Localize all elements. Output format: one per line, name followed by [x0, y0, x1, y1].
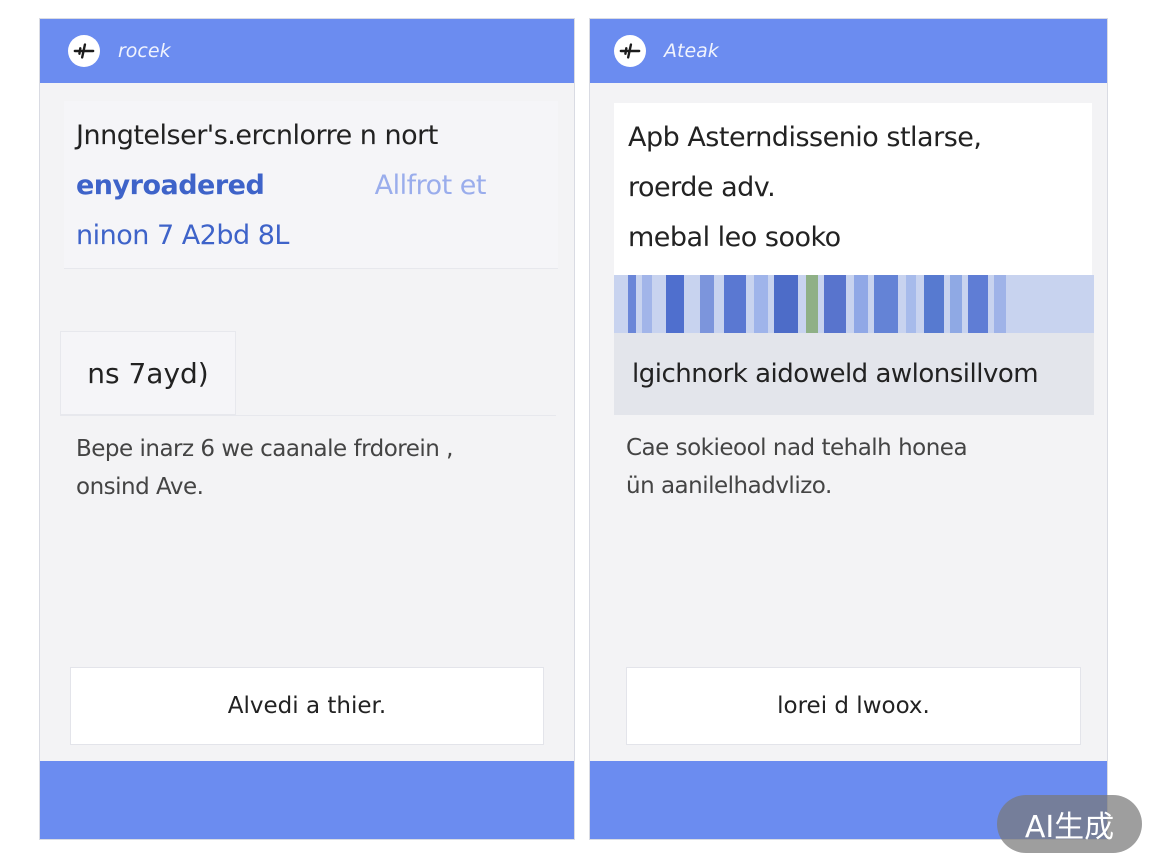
left-footer — [40, 761, 574, 839]
airplane-icon[interactable] — [68, 35, 100, 67]
left-body-line-1: Bepe inarz 6 we caanale frdorein , — [76, 436, 453, 462]
airplane-icon[interactable] — [614, 35, 646, 67]
left-body: Bepe inarz 6 we caanale frdorein , onsin… — [60, 415, 556, 655]
right-body-line-1: Cae sokieool nad tehalh honea — [626, 435, 968, 461]
right-body: Cae sokieool nad tehalh honea ün aanilel… — [614, 415, 1094, 655]
left-header: rocek — [40, 19, 574, 83]
left-info-card: Jnngtelser's.ercnlorre n nort enyroadere… — [64, 101, 558, 269]
left-body-line-2: onsind Ave. — [76, 474, 204, 500]
left-panel: rocek Jnngtelser's.ercnlorre n nort enyr… — [39, 18, 575, 840]
right-subtitle-bar: lgichnork aidoweld awlonsillvom — [614, 333, 1094, 415]
right-subtitle: lgichnork aidoweld awlonsillvom — [632, 359, 1039, 389]
left-header-title: rocek — [118, 40, 171, 62]
right-action-button[interactable]: lorei d lwoox. — [626, 667, 1081, 745]
right-line-3: mebal leo sooko — [628, 222, 841, 253]
left-line-1: Jnngtelser's.ercnlorre n nort — [76, 120, 438, 151]
left-line-2-link[interactable]: Allfrot et — [375, 161, 487, 211]
right-panel: Ateak Apb Asterndissenio stlarse, roerde… — [589, 18, 1108, 840]
right-body-line-2: ün aanilelhadvlizo. — [626, 473, 832, 499]
right-line-2: roerde adv. — [628, 172, 776, 203]
left-line-3: ninon 7 A2bd 8L — [76, 220, 289, 251]
ai-generated-badge: AI生成 — [997, 795, 1142, 853]
left-tab-label: ns 7ayd) — [87, 356, 209, 390]
right-image-strip — [614, 275, 1094, 333]
left-line-2[interactable]: enyroadered — [76, 161, 265, 211]
left-tab[interactable]: ns 7ayd) — [60, 331, 236, 415]
right-info-card: Apb Asterndissenio stlarse, roerde adv. … — [614, 103, 1092, 275]
left-action-button[interactable]: Alvedi a thier. — [70, 667, 544, 745]
right-header-title: Ateak — [664, 40, 719, 62]
right-header: Ateak — [590, 19, 1107, 83]
right-line-1: Apb Asterndissenio stlarse, — [628, 122, 982, 153]
